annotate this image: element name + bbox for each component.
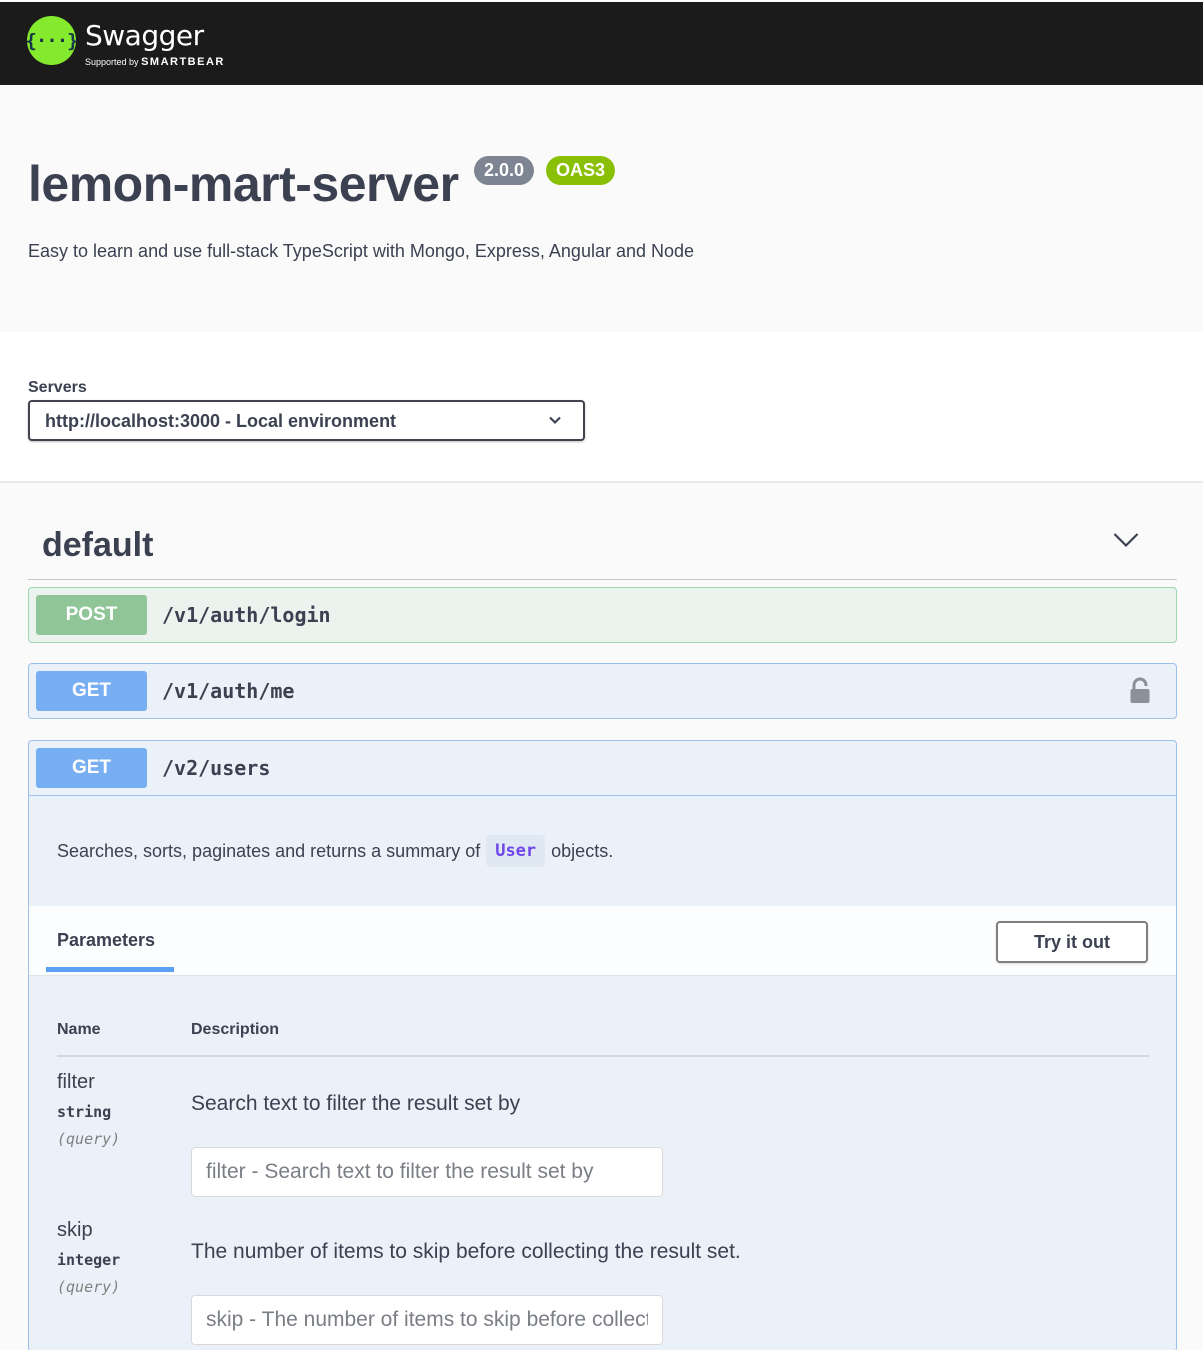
servers-section: Servers http://localhost:3000 - Local en… — [0, 332, 1203, 483]
swagger-logo[interactable]: {···} Swagger Supported by SMARTBEAR — [25, 16, 225, 69]
operation-get-auth-me[interactable]: GET /v1/auth/me — [28, 663, 1177, 719]
try-it-out-button[interactable]: Try it out — [996, 921, 1148, 963]
description-text-end: objects. — [551, 840, 614, 861]
api-title: lemon-mart-server — [28, 156, 459, 212]
parameter-type: integer — [57, 1251, 121, 1269]
method-badge: GET — [36, 671, 147, 711]
servers-select[interactable]: http://localhost:3000 - Local environmen… — [28, 400, 585, 441]
top-bar: {···} Swagger Supported by SMARTBEAR — [0, 0, 1203, 85]
operation-path: /v1/auth/login — [162, 603, 331, 627]
method-badge: GET — [36, 748, 147, 788]
logo-text: Swagger Supported by SMARTBEAR — [85, 19, 225, 69]
column-description: Description — [191, 1021, 280, 1038]
description-text: Searches, sorts, paginates and returns a… — [57, 840, 481, 861]
supported-by-label: Supported by — [85, 57, 139, 67]
tab-underline — [46, 967, 174, 972]
lock-icon[interactable] — [1129, 677, 1151, 705]
skip-input[interactable] — [191, 1295, 663, 1345]
brand-name: Swagger — [85, 19, 204, 52]
parameter-location: (query) — [57, 1278, 121, 1296]
parameter-location: (query) — [57, 1130, 121, 1148]
tag-title: default — [42, 526, 154, 564]
supported-by: Supported by SMARTBEAR — [85, 56, 225, 68]
parameter-type: string — [57, 1103, 112, 1121]
operation-get-users: GET /v2/users Searches, sorts, paginates… — [28, 740, 1177, 1350]
version-badge: 2.0.0 — [474, 156, 535, 185]
tag-default[interactable]: default — [28, 508, 1177, 580]
servers-label: Servers — [28, 379, 87, 396]
description-code: User — [486, 835, 546, 867]
filter-input[interactable] — [191, 1147, 663, 1197]
operation-path: /v2/users — [162, 756, 271, 780]
column-name: Name — [57, 1021, 101, 1038]
operation-description: Searches, sorts, paginates and returns a… — [57, 835, 613, 867]
swagger-logo-icon: {···} — [25, 16, 79, 65]
operation-post-auth-login[interactable]: POST /v1/auth/login — [28, 587, 1177, 643]
operation-header[interactable]: GET /v2/users — [29, 741, 1176, 796]
oas-badge: OAS3 — [546, 156, 616, 185]
servers-selected-value: http://localhost:3000 - Local environmen… — [45, 411, 397, 431]
parameters-header: Parameters Try it out — [29, 906, 1176, 976]
parameter-name: filter — [57, 1071, 95, 1093]
parameters-table-header: Name Description — [57, 1021, 1149, 1057]
method-badge: POST — [36, 595, 147, 635]
operation-path: /v1/auth/me — [162, 679, 295, 703]
api-info: lemon-mart-server 2.0.0 OAS3 Easy to lea… — [0, 85, 1203, 332]
parameter-description: Search text to filter the result set by — [191, 1092, 521, 1115]
tab-parameters[interactable]: Parameters — [57, 930, 155, 951]
parameter-description: The number of items to skip before colle… — [191, 1240, 741, 1263]
parameter-name: skip — [57, 1219, 93, 1241]
company-name: SMARTBEAR — [141, 56, 225, 68]
api-description: Easy to learn and use full-stack TypeScr… — [28, 241, 695, 261]
chevron-down-icon[interactable] — [1113, 532, 1139, 548]
chevron-down-icon — [549, 416, 561, 425]
